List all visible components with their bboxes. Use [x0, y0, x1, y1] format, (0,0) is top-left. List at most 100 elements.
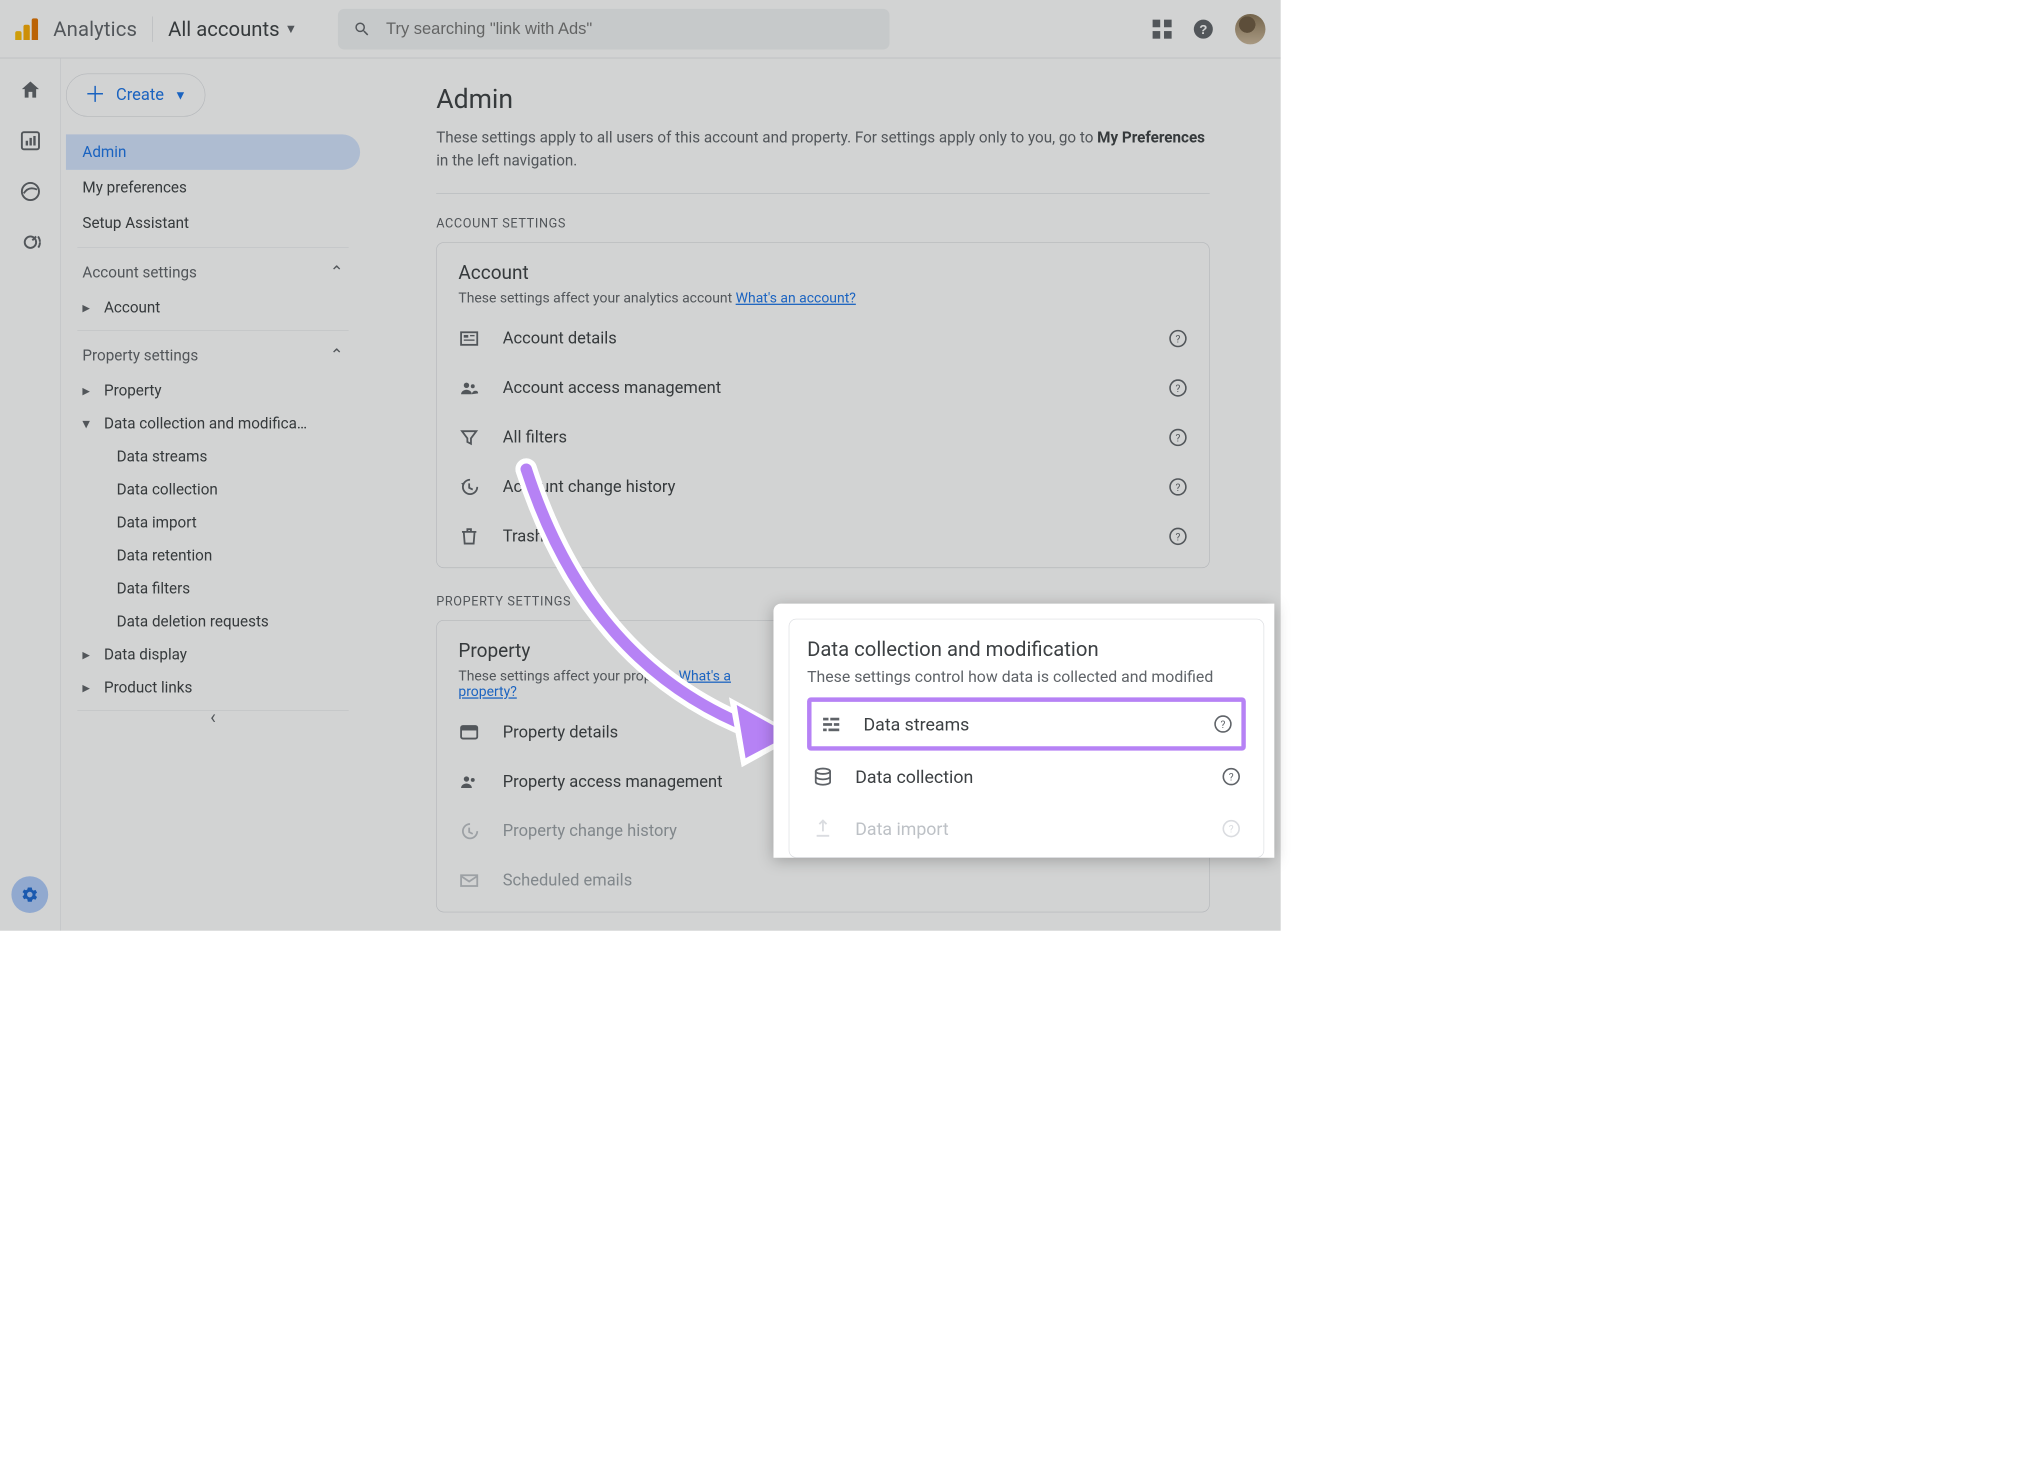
search-field[interactable]	[338, 9, 890, 50]
sidebar-item-data-deletion-requests[interactable]: Data deletion requests	[66, 605, 360, 638]
sidebar-item-data-import[interactable]: Data import	[66, 506, 360, 539]
create-button[interactable]: ＋ Create ▼	[66, 74, 205, 117]
sidebar-item-label: Account	[104, 299, 160, 317]
help-icon[interactable]: ?	[1168, 329, 1187, 348]
page-title: Admin	[436, 84, 1237, 115]
sidebar-item-label: Product links	[104, 678, 192, 696]
group-label: Account settings	[82, 264, 196, 282]
explore-icon[interactable]	[19, 180, 42, 203]
sidebar-item-account[interactable]: ▸ Account	[66, 291, 360, 324]
whats-a-property-link[interactable]: property?	[458, 684, 516, 700]
page-description: These settings apply to all users of thi…	[436, 126, 1209, 172]
account-card: Account These settings affect your analy…	[436, 242, 1209, 568]
sidebar-item-my-preferences[interactable]: My preferences	[66, 170, 360, 206]
row-label: Account change history	[503, 477, 1146, 496]
admin-sidebar: ＋ Create ▼ Admin My preferences Setup As…	[61, 58, 365, 732]
sidebar-item-data-collection-modification[interactable]: ▾ Data collection and modifica…	[66, 407, 360, 440]
row-label: Data streams	[864, 714, 1192, 735]
help-icon[interactable]: ?	[1168, 477, 1187, 496]
create-label: Create	[116, 86, 164, 105]
reports-icon[interactable]	[19, 129, 42, 152]
row-label: Account access management	[503, 378, 1146, 397]
svg-text:?: ?	[1229, 771, 1234, 784]
row-scheduled-emails[interactable]: Scheduled emails	[458, 856, 1187, 905]
chevron-down-icon: ▼	[285, 21, 298, 37]
row-trash[interactable]: Trash ?	[458, 512, 1187, 561]
divider	[152, 16, 153, 41]
advertising-icon[interactable]	[19, 231, 42, 254]
home-icon[interactable]	[19, 79, 42, 102]
app-header: Analytics All accounts ▼ ?	[0, 0, 1281, 58]
chevron-down-icon: ▼	[174, 87, 187, 103]
account-picker[interactable]: All accounts ▼	[168, 17, 297, 41]
help-icon[interactable]: ?	[1168, 428, 1187, 447]
row-label: Scheduled emails	[503, 871, 1188, 890]
row-data-streams[interactable]: Data streams ?	[807, 697, 1246, 750]
arrow-right-icon: ▸	[82, 678, 91, 696]
callout-subtitle: These settings control how data is colle…	[807, 666, 1246, 688]
row-data-collection[interactable]: Data collection ?	[807, 751, 1246, 803]
sidebar-item-admin[interactable]: Admin	[66, 134, 360, 170]
sidebar-item-label: Data display	[104, 645, 187, 663]
row-account-change-history[interactable]: Account change history ?	[458, 462, 1187, 511]
sidebar-group-account-settings[interactable]: Account settings ⌃	[66, 254, 360, 291]
sidebar-group-property-settings[interactable]: Property settings ⌃	[66, 337, 360, 374]
mail-icon	[458, 870, 480, 892]
sidebar-item-product-links[interactable]: ▸ Product links	[66, 671, 360, 704]
row-label: All filters	[503, 428, 1146, 447]
sidebar-item-property[interactable]: ▸ Property	[66, 374, 360, 407]
sidebar-item-data-streams[interactable]: Data streams	[66, 440, 360, 473]
apps-grid-icon[interactable]	[1153, 19, 1172, 38]
help-icon[interactable]: ?	[1168, 378, 1187, 397]
history-icon	[458, 820, 480, 842]
property-details-icon	[458, 721, 480, 743]
nav-rail	[0, 58, 61, 930]
row-label: Trash	[503, 527, 1146, 546]
app-title: Analytics	[53, 17, 137, 41]
header-actions: ?	[1153, 14, 1266, 44]
svg-text:?: ?	[1199, 22, 1207, 37]
upload-icon	[812, 817, 834, 841]
account-picker-label: All accounts	[168, 17, 279, 41]
data-streams-icon	[820, 712, 842, 736]
help-icon[interactable]: ?	[1222, 819, 1241, 838]
help-icon[interactable]: ?	[1168, 527, 1187, 546]
svg-text:?: ?	[1176, 481, 1181, 494]
row-account-access-management[interactable]: Account access management ?	[458, 363, 1187, 412]
help-icon[interactable]: ?	[1192, 17, 1215, 40]
sidebar-item-data-filters[interactable]: Data filters	[66, 572, 360, 605]
row-account-details[interactable]: Account details ?	[458, 314, 1187, 363]
history-icon	[458, 476, 480, 498]
svg-text:?: ?	[1176, 530, 1181, 543]
people-icon	[458, 771, 480, 793]
help-icon[interactable]: ?	[1213, 715, 1232, 734]
search-input[interactable]	[386, 19, 874, 39]
callout-title: Data collection and modification	[807, 637, 1246, 661]
whats-an-account-link[interactable]: What's an account?	[736, 290, 856, 306]
whats-a-property-link[interactable]: What's a	[679, 668, 731, 684]
row-label: Data collection	[855, 766, 1200, 787]
help-icon[interactable]: ?	[1222, 767, 1241, 786]
sidebar-item-data-retention[interactable]: Data retention	[66, 539, 360, 572]
search-icon	[353, 20, 371, 38]
filter-icon	[458, 427, 480, 449]
arrow-right-icon: ▸	[82, 645, 91, 663]
sidebar-item-setup-assistant[interactable]: Setup Assistant	[66, 205, 360, 241]
trash-icon	[458, 526, 480, 548]
sidebar-item-label: Property	[104, 382, 162, 400]
chevron-up-icon: ⌃	[330, 346, 344, 365]
gear-icon	[20, 885, 39, 904]
analytics-logo-icon	[15, 18, 38, 40]
avatar[interactable]	[1235, 14, 1265, 44]
sidebar-item-label: Data collection and modifica…	[104, 415, 307, 433]
svg-text:?: ?	[1176, 431, 1181, 444]
collapse-sidebar-button[interactable]: ‹	[210, 706, 216, 728]
svg-text:?: ?	[1176, 333, 1181, 346]
sidebar-item-data-display[interactable]: ▸ Data display	[66, 638, 360, 671]
sidebar-item-data-collection[interactable]: Data collection	[66, 473, 360, 506]
settings-gear-fab[interactable]	[11, 876, 48, 913]
svg-text:?: ?	[1176, 382, 1181, 395]
row-all-filters[interactable]: All filters ?	[458, 413, 1187, 462]
row-data-import[interactable]: Data import ?	[807, 803, 1246, 855]
group-label: Property settings	[82, 347, 198, 365]
